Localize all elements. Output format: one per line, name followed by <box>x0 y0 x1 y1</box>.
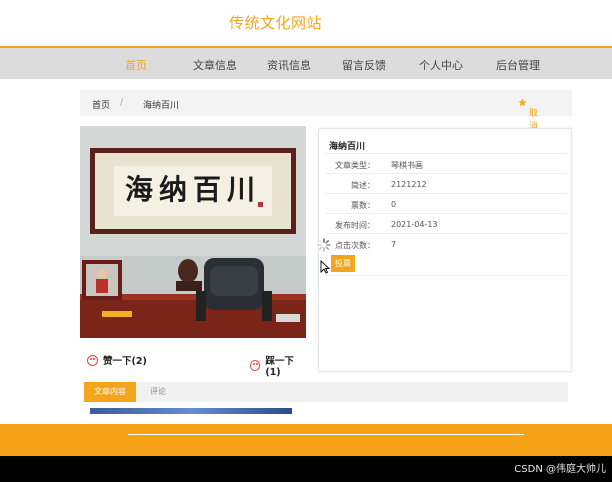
star-icon <box>518 98 527 107</box>
nav-item-admin[interactable]: 后台管理 <box>496 57 540 73</box>
breadcrumb-home[interactable]: 首页 <box>92 98 110 111</box>
like-button[interactable]: 赞一下(2) <box>87 353 147 367</box>
dislike-button[interactable]: 踩一下(1) <box>250 353 306 378</box>
info-label: 发布时间： <box>335 221 375 230</box>
vote-row: 赞一下(2) 踩一下(1) <box>80 348 306 378</box>
loading-spinner-icon <box>317 238 331 252</box>
info-value: 琴棋书画 <box>391 161 423 170</box>
content-tabs: 文章内容 评论 <box>84 382 568 402</box>
info-row-votes: 票数： 0 <box>325 193 567 213</box>
info-value: 7 <box>391 240 397 249</box>
article-title: 海纳百川 <box>329 142 366 152</box>
info-row-clicks: 点击次数： 7 <box>325 233 567 253</box>
article-image: 海纳百川 <box>80 126 306 338</box>
info-label: 票数： <box>351 201 375 210</box>
content-image-strip <box>90 408 292 414</box>
nav-item-home[interactable]: 首页 <box>125 57 147 73</box>
info-row-summary: 简述： 2121212 <box>325 173 567 193</box>
like-label: 赞一下(2) <box>103 356 147 367</box>
info-value: 2021-04-13 <box>391 220 438 229</box>
info-label: 点击次数： <box>335 241 375 250</box>
calligraphy-text: 海纳百川 <box>125 173 261 206</box>
unfavorite-button[interactable]: 取消收藏 <box>518 98 538 158</box>
vote-button[interactable]: 投票 <box>331 255 355 272</box>
breadcrumb-current: 海纳百川 <box>143 101 180 111</box>
breadcrumb-separator: / <box>120 98 124 108</box>
tab-article-content[interactable]: 文章内容 <box>84 382 136 402</box>
site-title: 传统文化网站 <box>229 14 323 32</box>
main-nav: 首页 文章信息 资讯信息 留言反馈 个人中心 后台管理 <box>0 46 612 79</box>
info-value: 0 <box>391 200 397 209</box>
mouse-cursor-icon <box>320 260 330 274</box>
breadcrumb: 首页 / 海纳百川 取消收藏 <box>80 90 572 158</box>
footer-divider <box>128 434 524 435</box>
nav-item-feedback[interactable]: 留言反馈 <box>342 57 386 73</box>
bottom-bar: CSDN @伟庭大帅儿 <box>0 456 612 482</box>
info-value: 2121212 <box>391 180 427 189</box>
tab-comments[interactable]: 评论 <box>140 382 176 402</box>
article-info-card: 海纳百川 文章类型： 琴棋书画 简述： 2121212 票数： 0 发布时间： … <box>318 128 572 372</box>
info-label: 文章类型： <box>335 161 375 170</box>
nav-item-profile[interactable]: 个人中心 <box>419 57 463 73</box>
dislike-label: 踩一下(1) <box>265 356 294 378</box>
frown-icon <box>250 360 261 371</box>
nav-item-articles[interactable]: 文章信息 <box>193 57 237 73</box>
info-label: 简述： <box>351 181 375 190</box>
watermark-text: CSDN @伟庭大帅儿 <box>514 464 606 475</box>
nav-item-news[interactable]: 资讯信息 <box>267 57 311 73</box>
office-photo: 海纳百川 <box>80 126 306 338</box>
smile-icon <box>87 354 98 366</box>
info-row-date: 发布时间： 2021-04-13 <box>325 213 567 233</box>
footer <box>0 424 612 456</box>
divider <box>325 275 567 276</box>
info-row-type: 文章类型： 琴棋书画 <box>325 153 567 173</box>
